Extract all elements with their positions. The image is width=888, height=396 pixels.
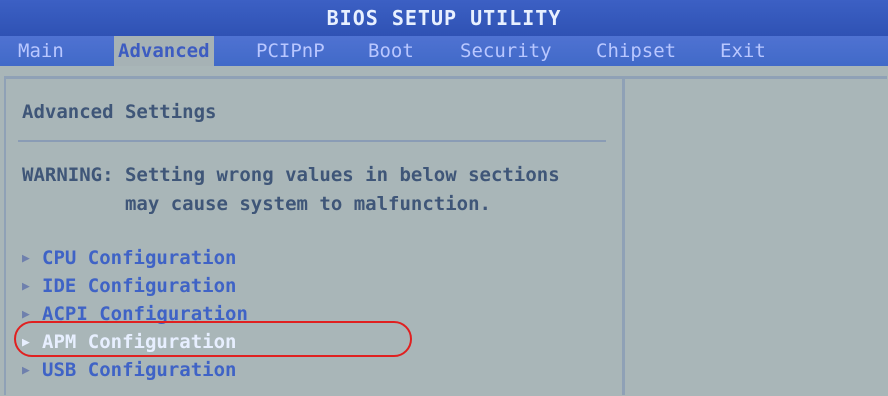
menu-bar: Main Advanced PCIPnP Boot Security Chips… bbox=[0, 36, 888, 66]
ide-configuration-label: IDE Configuration bbox=[42, 275, 237, 297]
right-triangle-icon: ▶ bbox=[22, 278, 30, 294]
page-title: Advanced Settings bbox=[22, 101, 217, 123]
help-panel bbox=[622, 76, 887, 395]
cpu-configuration-item[interactable]: ▶ CPU Configuration bbox=[22, 244, 248, 272]
apm-configuration-label: APM Configuration bbox=[42, 331, 237, 353]
ide-configuration-item[interactable]: ▶ IDE Configuration bbox=[22, 272, 248, 300]
menu-advanced[interactable]: Advanced bbox=[114, 36, 214, 66]
title-divider bbox=[18, 140, 606, 142]
menu-boot[interactable]: Boot bbox=[364, 36, 418, 66]
acpi-configuration-label: ACPI Configuration bbox=[42, 303, 248, 325]
menu-exit[interactable]: Exit bbox=[716, 36, 770, 66]
right-triangle-icon: ▶ bbox=[22, 250, 30, 266]
menu-main[interactable]: Main bbox=[14, 36, 68, 66]
warning-text: WARNING: Setting wrong values in below s… bbox=[22, 164, 560, 215]
right-triangle-icon: ▶ bbox=[22, 362, 30, 378]
menu-security[interactable]: Security bbox=[456, 36, 556, 66]
config-menu-list: ▶ CPU Configuration ▶ IDE Configuration … bbox=[22, 244, 248, 384]
menu-pcipnp[interactable]: PCIPnP bbox=[252, 36, 329, 66]
right-triangle-icon: ▶ bbox=[22, 306, 30, 322]
window-title: BIOS SETUP UTILITY bbox=[0, 0, 888, 36]
usb-configuration-label: USB Configuration bbox=[42, 359, 237, 381]
acpi-configuration-item[interactable]: ▶ ACPI Configuration bbox=[22, 300, 248, 328]
usb-configuration-item[interactable]: ▶ USB Configuration bbox=[22, 356, 248, 384]
cpu-configuration-label: CPU Configuration bbox=[42, 247, 237, 269]
right-triangle-icon: ▶ bbox=[22, 334, 30, 350]
menu-chipset[interactable]: Chipset bbox=[592, 36, 680, 66]
apm-configuration-item[interactable]: ▶ APM Configuration bbox=[22, 328, 248, 356]
